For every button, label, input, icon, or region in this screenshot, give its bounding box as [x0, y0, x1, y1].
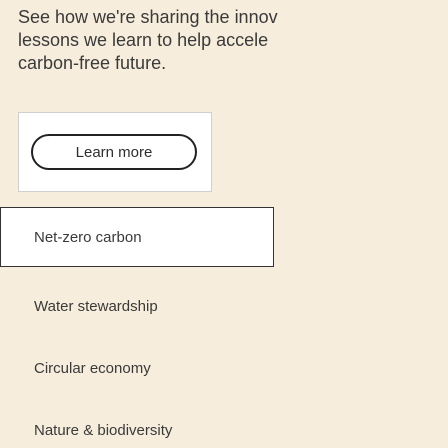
learn-more-label: Learn more: [75, 143, 153, 161]
learn-more-card: Learn more: [18, 112, 212, 192]
learn-more-button[interactable]: Learn more: [31, 134, 197, 170]
topic-label: Nature & biodiversity: [34, 421, 173, 439]
topic-label: Water stewardship: [34, 297, 158, 315]
topic-tab-water-stewardship[interactable]: Water stewardship: [0, 276, 274, 336]
intro-line: See how we're sharing the innov: [18, 7, 278, 27]
topic-label: Circular economy: [34, 359, 151, 377]
topic-tab-nature-biodiversity[interactable]: Nature & biodiversity: [0, 400, 274, 448]
topic-tab-circular-economy[interactable]: Circular economy: [0, 338, 274, 398]
page: See how we're sharing the innov lessons …: [0, 0, 448, 448]
intro-line: carbon-free future.: [18, 53, 167, 73]
intro-line: lessons we learn to help accele: [18, 30, 269, 50]
topic-tab-net-zero-carbon[interactable]: Net-zero carbon: [0, 207, 274, 267]
topic-label: Net-zero carbon: [34, 228, 142, 246]
intro-text: See how we're sharing the innov lessons …: [18, 6, 448, 75]
